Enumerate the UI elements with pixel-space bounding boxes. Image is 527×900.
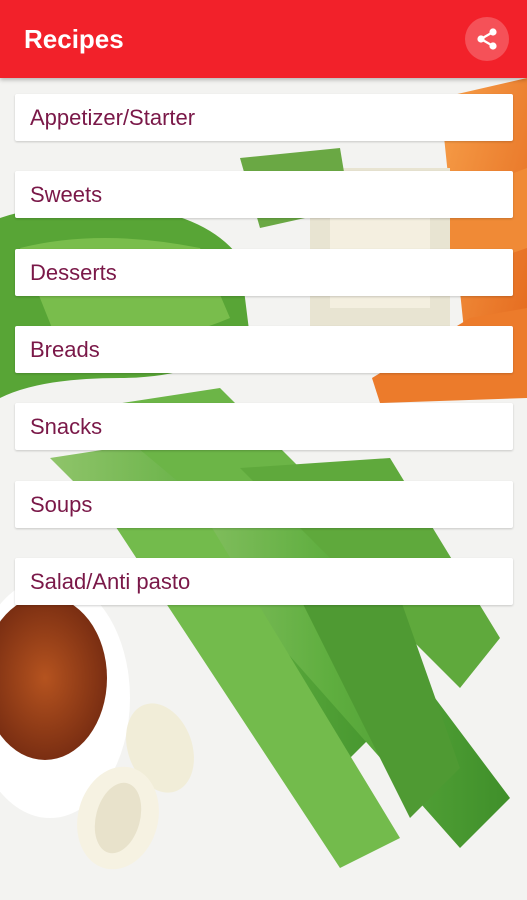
category-label: Soups: [30, 491, 93, 517]
category-item-desserts[interactable]: Desserts: [15, 249, 513, 296]
category-item-breads[interactable]: Breads: [15, 326, 513, 373]
share-icon: [477, 28, 497, 50]
category-label: Snacks: [30, 413, 103, 439]
category-item-snacks[interactable]: Snacks: [15, 403, 513, 450]
category-item-salad-anti-pasto[interactable]: Salad/Anti pasto: [15, 558, 513, 605]
category-item-soups[interactable]: Soups: [15, 481, 513, 528]
category-label: Desserts: [30, 259, 117, 285]
category-item-sweets[interactable]: Sweets: [15, 171, 513, 218]
app-bar: Recipes: [0, 0, 527, 78]
category-item-appetizer-starter[interactable]: Appetizer/Starter: [15, 94, 513, 141]
app-title: Recipes: [24, 24, 124, 54]
category-label: Salad/Anti pasto: [30, 568, 191, 594]
share-button[interactable]: [465, 17, 509, 61]
category-label: Sweets: [30, 181, 103, 207]
category-label: Appetizer/Starter: [30, 104, 196, 130]
category-label: Breads: [30, 336, 100, 362]
